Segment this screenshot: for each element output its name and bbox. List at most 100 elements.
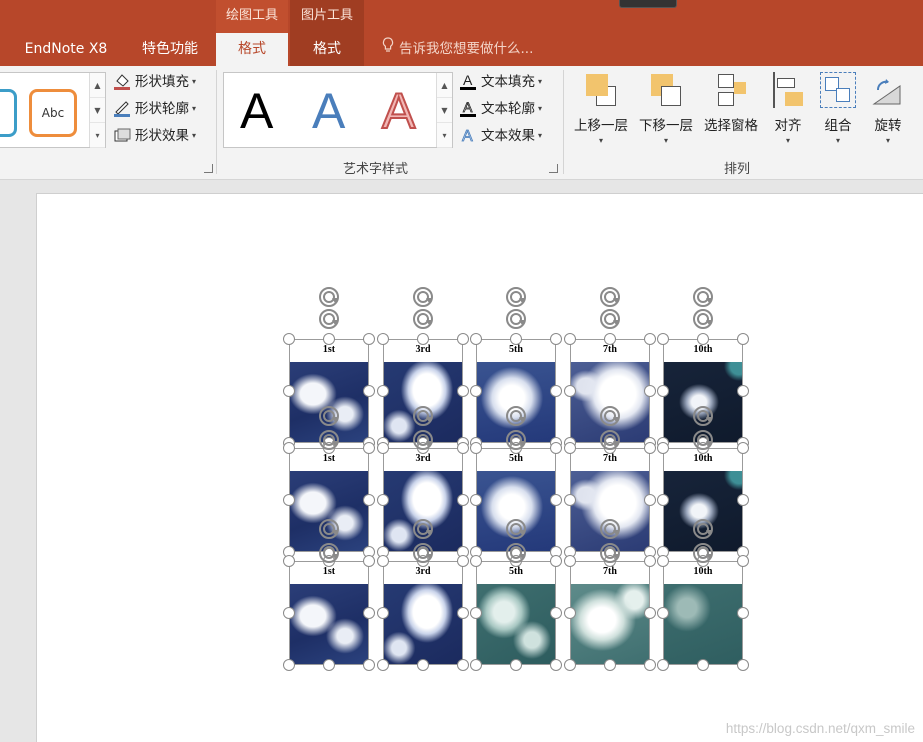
- tab-endnote[interactable]: EndNote X8: [10, 33, 122, 66]
- resize-handle[interactable]: [377, 607, 389, 619]
- resize-handle[interactable]: [283, 607, 295, 619]
- rotate-handle-icon[interactable]: [504, 404, 528, 428]
- wordart-style-blue[interactable]: A: [312, 81, 345, 141]
- resize-handle[interactable]: [363, 659, 375, 671]
- resize-handle[interactable]: [457, 385, 469, 397]
- resize-handle[interactable]: [737, 333, 749, 345]
- shape-style-orange[interactable]: Abc: [29, 89, 77, 137]
- resize-handle[interactable]: [657, 442, 669, 454]
- resize-handle[interactable]: [417, 659, 429, 671]
- rotate-handle-icon[interactable]: [504, 541, 528, 565]
- resize-handle[interactable]: [363, 494, 375, 506]
- resize-handle[interactable]: [470, 607, 482, 619]
- resize-handle[interactable]: [697, 659, 709, 671]
- rotate-handle-icon[interactable]: [317, 517, 341, 541]
- wordart-style-red[interactable]: A: [381, 81, 416, 141]
- scroll-down-icon[interactable]: ▼: [90, 98, 105, 123]
- resize-handle[interactable]: [457, 494, 469, 506]
- rotate-handle-icon[interactable]: [317, 541, 341, 565]
- scroll-up-icon[interactable]: ▲: [437, 73, 452, 98]
- rotate-handle-icon[interactable]: [411, 285, 435, 309]
- rotate-handle-icon[interactable]: [598, 285, 622, 309]
- resize-handle[interactable]: [283, 659, 295, 671]
- rotate-handle-icon[interactable]: [317, 404, 341, 428]
- resize-handle[interactable]: [564, 555, 576, 567]
- tell-me-box[interactable]: 告诉我您想要做什么...: [380, 33, 533, 66]
- rotate-handle-icon[interactable]: [598, 428, 622, 452]
- rotate-handle-icon[interactable]: [598, 404, 622, 428]
- shape-fill-button[interactable]: 形状填充 ▾: [113, 71, 196, 93]
- scroll-down-icon[interactable]: ▼: [437, 98, 452, 123]
- group-button[interactable]: 组合 ▾: [818, 72, 858, 145]
- resize-handle[interactable]: [644, 607, 656, 619]
- gallery-more-icon[interactable]: ▾: [90, 123, 105, 148]
- resize-handle[interactable]: [510, 659, 522, 671]
- resize-handle[interactable]: [737, 555, 749, 567]
- rotate-handle-icon[interactable]: [411, 428, 435, 452]
- send-backward-button[interactable]: 下移一层 ▾: [636, 72, 696, 145]
- rotate-handle-icon[interactable]: [504, 428, 528, 452]
- resize-handle[interactable]: [377, 659, 389, 671]
- resize-handle[interactable]: [644, 494, 656, 506]
- resize-handle[interactable]: [510, 333, 522, 345]
- resize-handle[interactable]: [470, 333, 482, 345]
- resize-handle[interactable]: [657, 385, 669, 397]
- rotate-handle-icon[interactable]: [504, 517, 528, 541]
- text-outline-button[interactable]: A 文本轮廓 ▾: [459, 98, 542, 120]
- rotate-handle-icon[interactable]: [598, 541, 622, 565]
- rotate-handle-icon[interactable]: [317, 307, 341, 331]
- resize-handle[interactable]: [363, 607, 375, 619]
- resize-handle[interactable]: [550, 333, 562, 345]
- resize-handle[interactable]: [470, 494, 482, 506]
- resize-handle[interactable]: [604, 659, 616, 671]
- resize-handle[interactable]: [564, 607, 576, 619]
- rotate-handle-icon[interactable]: [598, 307, 622, 331]
- rotate-handle-icon[interactable]: [691, 517, 715, 541]
- tab-picture-format[interactable]: 格式: [290, 33, 364, 66]
- resize-handle[interactable]: [657, 659, 669, 671]
- resize-handle[interactable]: [363, 442, 375, 454]
- resize-handle[interactable]: [737, 442, 749, 454]
- resize-handle[interactable]: [377, 442, 389, 454]
- rotate-handle-icon[interactable]: [691, 428, 715, 452]
- resize-handle[interactable]: [550, 659, 562, 671]
- rotate-handle-icon[interactable]: [598, 517, 622, 541]
- resize-handle[interactable]: [644, 442, 656, 454]
- rotate-handle-icon[interactable]: [411, 404, 435, 428]
- rotate-handle-icon[interactable]: [691, 541, 715, 565]
- resize-handle[interactable]: [644, 385, 656, 397]
- rotate-handle-icon[interactable]: [411, 307, 435, 331]
- resize-handle[interactable]: [564, 442, 576, 454]
- resize-handle[interactable]: [604, 333, 616, 345]
- gallery-scroll[interactable]: ▲ ▼ ▾: [89, 73, 105, 148]
- resize-handle[interactable]: [457, 607, 469, 619]
- rotate-handle-icon[interactable]: [411, 517, 435, 541]
- resize-handle[interactable]: [564, 659, 576, 671]
- resize-handle[interactable]: [323, 659, 335, 671]
- resize-handle[interactable]: [377, 385, 389, 397]
- resize-handle[interactable]: [550, 442, 562, 454]
- resize-handle[interactable]: [363, 555, 375, 567]
- resize-handle[interactable]: [323, 333, 335, 345]
- resize-handle[interactable]: [457, 659, 469, 671]
- rotate-handle-icon[interactable]: [411, 541, 435, 565]
- wordart-style-black[interactable]: A: [240, 81, 273, 141]
- rotate-handle-icon[interactable]: [691, 307, 715, 331]
- resize-handle[interactable]: [550, 385, 562, 397]
- wordart-gallery[interactable]: A A A ▲ ▼ ▾: [223, 72, 453, 148]
- resize-handle[interactable]: [377, 333, 389, 345]
- resize-handle[interactable]: [417, 333, 429, 345]
- resize-handle[interactable]: [737, 659, 749, 671]
- resize-handle[interactable]: [550, 555, 562, 567]
- resize-handle[interactable]: [363, 333, 375, 345]
- shape-style-gallery[interactable]: Abc ▲ ▼ ▾: [0, 72, 106, 148]
- resize-handle[interactable]: [737, 494, 749, 506]
- tab-drawing-format[interactable]: 格式: [216, 33, 288, 66]
- resize-handle[interactable]: [470, 555, 482, 567]
- resize-handle[interactable]: [550, 494, 562, 506]
- resize-handle[interactable]: [737, 607, 749, 619]
- resize-handle[interactable]: [470, 659, 482, 671]
- rotate-button[interactable]: 旋转 ▾: [868, 72, 908, 145]
- rotate-handle-icon[interactable]: [691, 285, 715, 309]
- rotate-handle-icon[interactable]: [317, 285, 341, 309]
